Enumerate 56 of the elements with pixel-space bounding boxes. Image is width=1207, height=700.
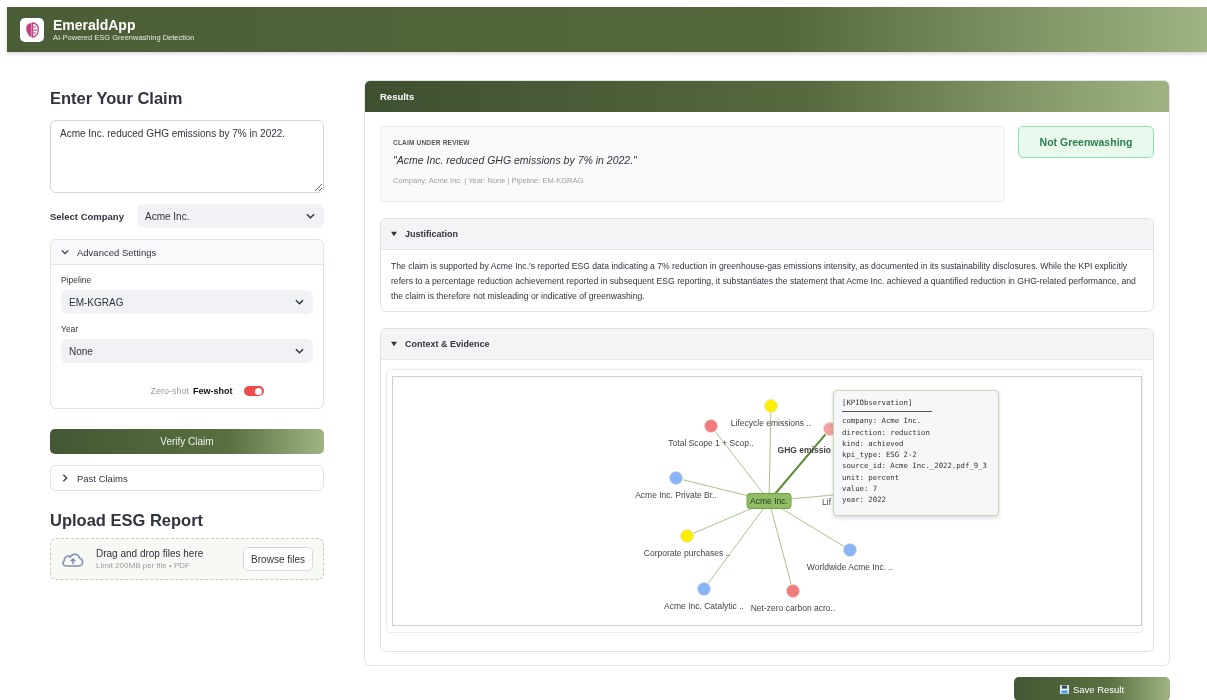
settings-title: Advanced Settings (77, 246, 157, 258)
justification-title: Justification (405, 229, 458, 239)
graph-node[interactable] (764, 399, 778, 413)
context-header[interactable]: Context & Evidence (381, 329, 1153, 360)
file-dropzone[interactable]: Drag and drop files here Limit 200MB per file • PDF Browse files (50, 538, 324, 580)
chevron-down-icon (61, 248, 69, 256)
year-select[interactable]: None (61, 339, 313, 363)
field-label: Pipeline (61, 275, 93, 285)
brain-leaf-logo-icon (20, 17, 44, 42)
past-claims-expander[interactable]: Past Claims (50, 465, 324, 491)
dropzone-instruction: Drag and drop files here (96, 548, 205, 559)
justification-header[interactable]: Justification (381, 219, 1153, 250)
claim-quote: "Acme Inc. reduced GHG emissions by 7% in 2022." (393, 154, 638, 166)
verify-claim-button[interactable]: Verify Claim (50, 429, 324, 454)
node-label: Lif (822, 497, 831, 507)
node-label: Lifecycle emissions .. (730, 418, 812, 428)
upload-limit-note: Limit 200MB per file • PDF (96, 561, 191, 570)
field-label: Select Company (50, 210, 125, 222)
section-heading: Enter Your Claim (50, 88, 184, 108)
mode-label: Zero-shot (150, 386, 189, 396)
chevron-down-icon (295, 299, 304, 305)
chevron-down-icon (306, 213, 315, 219)
mode-label: Few-shot (193, 386, 233, 396)
node-label: Acme Inc. Private Br.. (635, 490, 717, 500)
context-title: Context & Evidence (405, 339, 490, 349)
triangle-down-icon (391, 341, 397, 347)
graph-node[interactable] (697, 582, 711, 596)
settings-header[interactable]: Advanced Settings (51, 240, 323, 265)
past-claims-title: Past Claims (77, 472, 128, 484)
graph-node[interactable] (704, 419, 718, 433)
verdict-badge: Not Greenwashing (1018, 126, 1154, 158)
node-label: Corporate purchases .. (643, 548, 731, 558)
node-label: Total Scope 1 + Scop.. (668, 438, 754, 448)
chevron-down-icon (295, 348, 304, 354)
claim-input-field[interactable]: Acme Inc. reduced GHG emissions by 7% in 2022. (50, 120, 324, 193)
center-node[interactable]: Acme Inc. (746, 493, 792, 509)
graph-node[interactable] (786, 584, 800, 598)
triangle-down-icon (391, 231, 397, 237)
results-title: Results (380, 91, 415, 102)
company-select[interactable]: Acme Inc. (137, 204, 324, 228)
mode-toggle[interactable] (243, 386, 264, 396)
pipeline-select[interactable]: EM-KGRAG (61, 290, 313, 314)
justification-text: The claim is supported by Acme Inc.'s reported ESG data indicating a 7% reduction in greenhouse-gas emissions intensity, as documented in its sustainability disclosures. While the KPI explicitly refers to a percentage reduction achievement reported in subsequent ESG reporting, it substantiates the statement that Acme Inc. achieved a quantified reduction in GHG-related performance, and the claim is therefore not misleading or indicative of greenwashing. (391, 260, 1137, 303)
section-heading: Upload ESG Report (50, 510, 205, 530)
cloud-upload-icon (61, 550, 85, 568)
node-label: Acme Inc. Catalytic .. (664, 601, 744, 611)
graph-node[interactable] (669, 471, 683, 485)
chevron-right-icon (61, 474, 69, 482)
graph-node[interactable] (843, 543, 857, 557)
node-label: Net-zero carbon acro.. (750, 603, 836, 613)
node-label: Worldwide Acme Inc. .. (806, 562, 894, 572)
browse-files-button[interactable]: Browse files (243, 547, 313, 571)
field-label: Year (61, 324, 80, 334)
save-result-button[interactable]: Save Result (1014, 677, 1170, 700)
app-title: EmeraldApp (53, 17, 137, 33)
graph-node[interactable] (680, 529, 694, 543)
